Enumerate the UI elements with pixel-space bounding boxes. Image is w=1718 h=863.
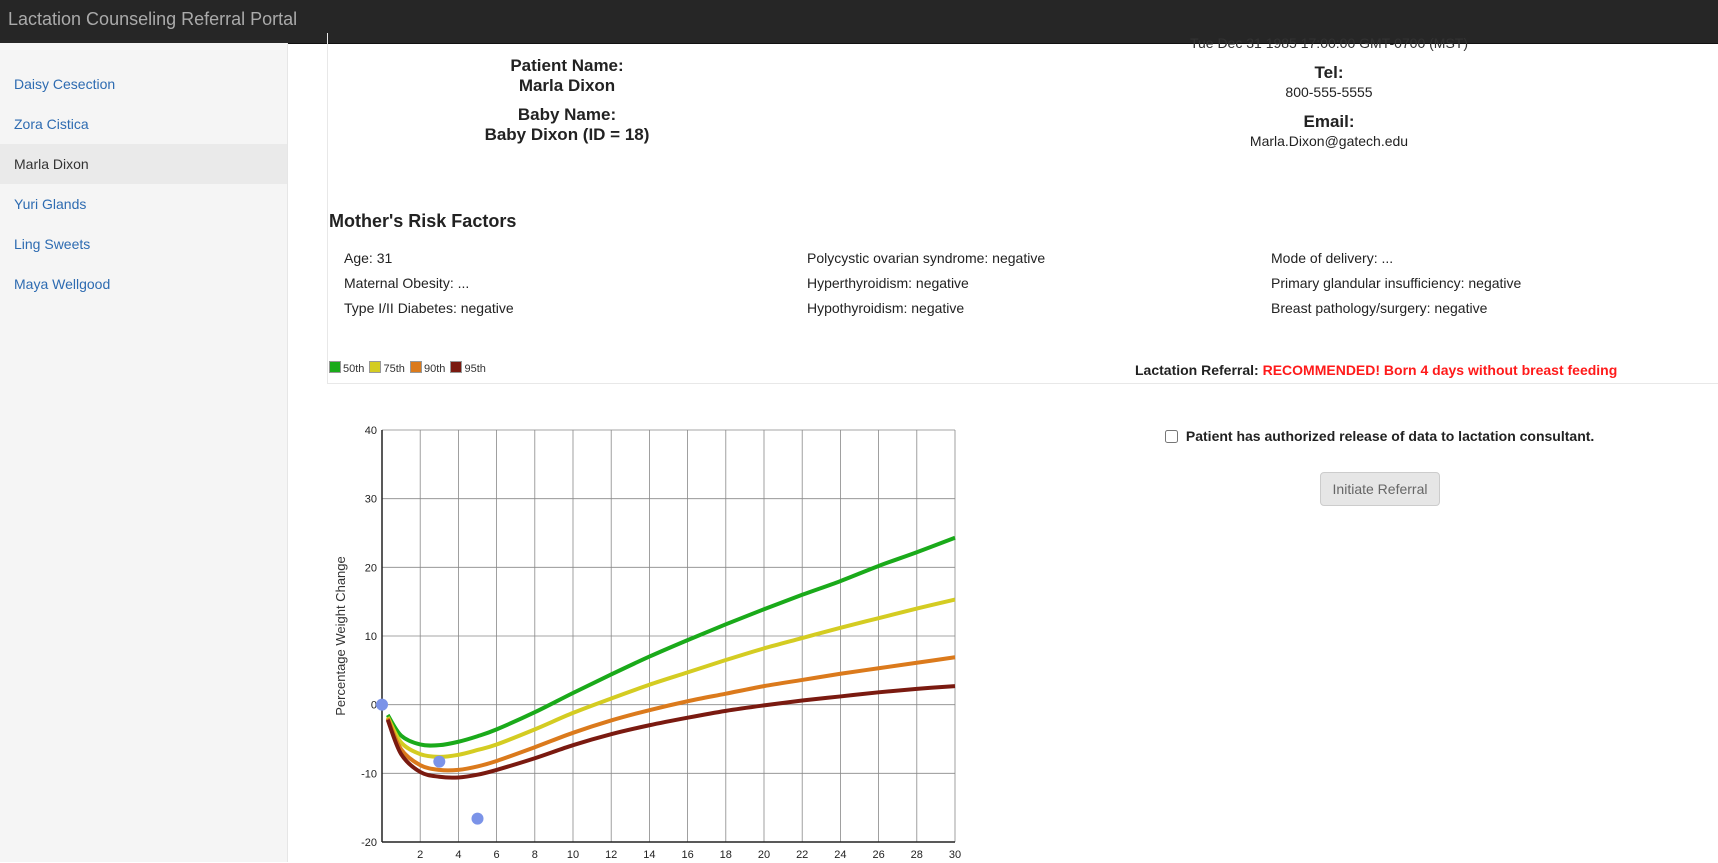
initiate-referral-button[interactable]: Initiate Referral <box>1320 472 1440 506</box>
consent-row: Patient has authorized release of data t… <box>1165 428 1594 444</box>
referral-label: Lactation Referral: <box>1135 362 1259 378</box>
risk-hypothyroidism: Hypothyroidism: negative <box>807 300 965 316</box>
x-tick-label: 28 <box>911 849 923 861</box>
legend-swatch <box>409 361 422 373</box>
y-tick-label: 40 <box>365 425 377 437</box>
y-tick-label: 0 <box>371 700 377 712</box>
series-line-90th <box>385 655 956 773</box>
x-tick-label: 4 <box>455 849 461 861</box>
legend-swatch <box>369 361 382 373</box>
y-tick-label: 10 <box>365 631 377 643</box>
patient-name-label: Patient Name: <box>510 56 624 75</box>
legend-swatch <box>450 361 463 373</box>
series-line-50th <box>386 535 956 748</box>
y-tick-label: -20 <box>361 837 377 849</box>
x-tick-label: 26 <box>872 849 884 861</box>
sidebar-item-zora-cistica[interactable]: Zora Cistica <box>0 104 287 144</box>
series-line-75th <box>385 597 956 759</box>
x-tick-label: 12 <box>605 849 617 861</box>
x-tick-label: 6 <box>494 849 500 861</box>
x-tick-label: 18 <box>720 849 732 861</box>
x-tick-label: 22 <box>796 849 808 861</box>
x-tick-label: 14 <box>643 849 655 861</box>
x-tick-label: 8 <box>532 849 538 861</box>
y-axis-label: Percentage Weight Change <box>333 556 348 715</box>
sidebar-item-maya-wellgood[interactable]: Maya Wellgood <box>0 264 287 304</box>
app-title[interactable]: Lactation Counseling Referral Portal <box>8 9 297 30</box>
x-tick-label: 24 <box>834 849 846 861</box>
x-tick-label: 20 <box>758 849 770 861</box>
email-value: Marla.Dixon@gatech.edu <box>1249 133 1409 149</box>
lactation-referral-status: Lactation Referral: RECOMMENDED! Born 4 … <box>1135 362 1617 378</box>
tel-value: 800-555-5555 <box>1285 84 1373 100</box>
risk-diabetes: Type I/II Diabetes: negative <box>344 300 514 316</box>
data-point <box>471 812 484 825</box>
data-point <box>376 698 388 711</box>
x-tick-label: 10 <box>567 849 579 861</box>
baby-name-label: Baby Name: <box>517 105 617 124</box>
risk-maternal-obesity: Maternal Obesity: ... <box>344 275 470 291</box>
x-tick-label: 2 <box>417 849 423 861</box>
data-point <box>433 755 446 768</box>
sidebar-item-marla-dixon[interactable]: Marla Dixon <box>0 144 287 184</box>
email-label: Email: <box>1303 112 1355 131</box>
weight-change-chart: 2 4 6 8 10 12 14 16 18 20 22 24 26 28 30-20-1001020304… <box>333 425 961 861</box>
risk-pcos: Polycystic ovarian syndrome: negative <box>807 250 1046 266</box>
risk-hyperthyroidism: Hyperthyroidism: negative <box>807 275 969 291</box>
referral-recommendation: RECOMMENDED! Born 4 days without breast … <box>1262 362 1618 378</box>
consent-checkbox[interactable] <box>1165 430 1178 443</box>
x-tick-label: 30 <box>949 849 961 861</box>
date-of-birth: Tue Dec 31 1985 17:00:00 GMT-0700 (MST) <box>1189 35 1469 51</box>
legend-swatch <box>329 361 341 373</box>
consent-label: Patient has authorized release of data t… <box>1185 428 1595 444</box>
x-tick-label: 16 <box>681 849 693 861</box>
risk-breast-pathology: Breast pathology/surgery: negative <box>1271 300 1488 316</box>
tel-label: Tel: <box>1314 63 1344 82</box>
risk-mode-of-delivery: Mode of delivery: ... <box>1271 250 1394 266</box>
risk-factors-title: Mother's Risk Factors <box>329 211 517 231</box>
baby-name: Baby Dixon (ID = 18) <box>484 125 650 144</box>
patient-sidebar: Daisy Cesection Zora Cistica Marla Dixon… <box>0 43 288 862</box>
risk-glandular-insufficiency: Primary glandular insufficiency: negativ… <box>1271 275 1522 291</box>
main-content: Tue Dec 31 1985 17:00:00 GMT-0700 (MST) … <box>287 33 1718 862</box>
y-tick-label: -10 <box>361 768 377 780</box>
sidebar-item-ling-sweets[interactable]: Ling Sweets <box>0 224 287 264</box>
y-tick-label: 30 <box>365 494 377 506</box>
y-tick-label: 20 <box>365 562 377 574</box>
risk-age: Age: 31 <box>344 250 393 266</box>
patient-name: Marla Dixon <box>518 76 616 95</box>
sidebar-item-yuri-glands[interactable]: Yuri Glands <box>0 184 287 224</box>
sidebar-item-daisy-cesection[interactable]: Daisy Cesection <box>0 64 287 104</box>
series-line-95th <box>385 684 956 780</box>
